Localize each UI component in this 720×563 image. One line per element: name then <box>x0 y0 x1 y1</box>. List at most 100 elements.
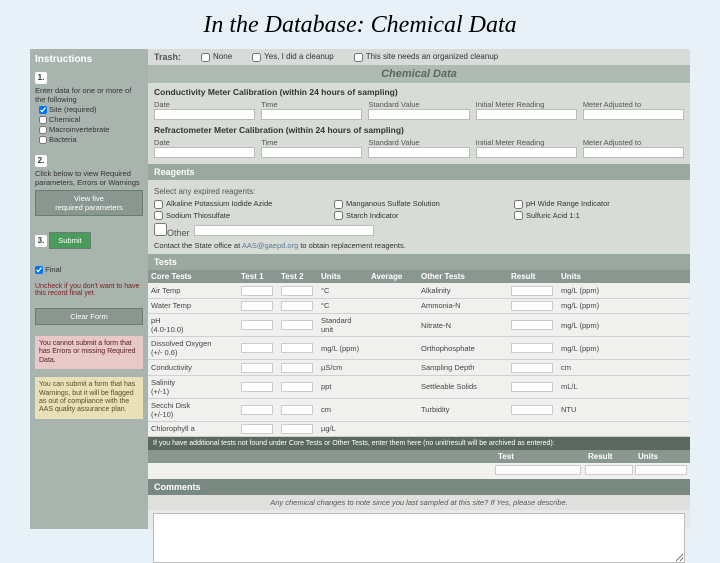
comments-textarea[interactable] <box>153 513 684 563</box>
cond-date-label: Date <box>154 100 170 109</box>
th-test1: Test 1 <box>238 270 278 283</box>
req-chemical[interactable]: Chemical <box>39 115 143 124</box>
test1-input[interactable] <box>241 343 273 353</box>
other-test-label: Sampling Depth <box>418 361 508 374</box>
reagent-starch[interactable]: Starch Indicator <box>334 211 504 221</box>
result-input[interactable] <box>511 320 553 330</box>
th-core: Core Tests <box>148 270 238 283</box>
unit2-label: mg/L (ppm) <box>558 299 613 312</box>
cond-init-label: Initial Meter Reading <box>476 100 545 109</box>
refr-std-label: Standard Value <box>368 138 419 147</box>
test-row: Air Temp°CAlkalinitymg/L (ppm) <box>148 283 690 299</box>
refr-init-label: Initial Meter Reading <box>476 138 545 147</box>
step-1-num: 1. <box>35 72 47 84</box>
test1-input[interactable] <box>241 405 273 415</box>
th-result: Result <box>508 270 558 283</box>
cond-std-label: Standard Value <box>368 100 419 109</box>
avg-cell <box>368 288 418 292</box>
avg-cell <box>368 408 418 412</box>
extra-test-input[interactable] <box>495 465 581 475</box>
refr-init-input[interactable] <box>476 147 577 158</box>
conductivity-calibration: Conductivity Meter Calibration (within 2… <box>148 83 690 164</box>
req-site[interactable]: Site (required) <box>39 105 143 114</box>
trash-none[interactable]: None <box>201 52 232 61</box>
test2-input[interactable] <box>281 320 313 330</box>
test2-input[interactable] <box>281 343 313 353</box>
step-3-num: 3. <box>35 235 47 247</box>
result-input[interactable] <box>511 343 553 353</box>
req-bacteria[interactable]: Bacteria <box>39 135 143 144</box>
final-label: Final <box>45 265 61 274</box>
cond-date-input[interactable] <box>154 109 255 120</box>
result-input[interactable] <box>511 301 553 311</box>
reagent-manganous[interactable]: Manganous Sulfate Solution <box>334 199 504 209</box>
reagent-contact: Contact the State office at AAS@gaepd.or… <box>154 241 684 250</box>
reagent-sulfuric[interactable]: Sulfuric Acid 1:1 <box>514 211 684 221</box>
step-2-num: 2. <box>35 155 47 167</box>
other-test-label: Ammonia-N <box>418 299 508 312</box>
contact-email-link[interactable]: AAS@gaepd.org <box>242 241 298 250</box>
clear-form-button[interactable]: Clear Form <box>35 308 143 325</box>
test-row: pH(4.0-10.0)Standard unitNitrate-Nmg/L (… <box>148 314 690 337</box>
test2-input[interactable] <box>281 382 313 392</box>
main-panel: Trash: None Yes, I did a cleanup This si… <box>148 49 690 529</box>
page-title: In the Database: Chemical Data <box>0 0 720 49</box>
other-test-label: Orthophosphate <box>418 342 508 355</box>
core-test-label: Secchi Disk(+/-10) <box>148 399 238 421</box>
reagent-ph[interactable]: pH Wide Range Indicator <box>514 199 684 209</box>
avg-cell <box>368 323 418 327</box>
unit-label: cm <box>318 403 368 416</box>
test1-input[interactable] <box>241 424 273 434</box>
eh-units: Units <box>635 450 690 463</box>
extra-tests-header: Test Result Units <box>148 450 690 463</box>
req-macro[interactable]: Macroinvertebrate <box>39 125 143 134</box>
step-1-text: Enter data for one or more of the follow… <box>35 86 143 104</box>
test2-input[interactable] <box>281 405 313 415</box>
conductivity-title: Conductivity Meter Calibration (within 2… <box>154 87 684 97</box>
step-3: 3. Submit <box>35 229 143 252</box>
other-test-label: Alkalinity <box>418 284 508 297</box>
result-input[interactable] <box>511 405 553 415</box>
refr-adj-input[interactable] <box>583 147 684 158</box>
test1-input[interactable] <box>241 286 273 296</box>
test2-input[interactable] <box>281 424 313 434</box>
test1-input[interactable] <box>241 382 273 392</box>
result-input[interactable] <box>511 286 553 296</box>
unit2-label: NTU <box>558 403 613 416</box>
unit-label: °C <box>318 284 368 297</box>
th-units: Units <box>318 270 368 283</box>
test1-input[interactable] <box>241 320 273 330</box>
final-checkbox-row: Final <box>35 265 143 274</box>
cond-time-input[interactable] <box>261 109 362 120</box>
extra-result-input[interactable] <box>585 465 633 475</box>
reagent-other-input[interactable] <box>194 225 374 236</box>
result-input[interactable] <box>511 363 553 373</box>
refr-time-input[interactable] <box>261 147 362 158</box>
trash-needs-cleanup[interactable]: This site needs an organized cleanup <box>354 52 499 61</box>
test1-input[interactable] <box>241 363 273 373</box>
cond-adj-input[interactable] <box>583 109 684 120</box>
unit-label: µg/L <box>318 422 368 435</box>
test2-input[interactable] <box>281 301 313 311</box>
reagents-section: Select any expired reagents: Alkaline Po… <box>148 180 690 254</box>
view-params-button[interactable]: View fiverequired parameters <box>35 190 143 216</box>
cond-std-input[interactable] <box>368 109 469 120</box>
final-checkbox[interactable] <box>35 266 43 274</box>
core-test-label: Air Temp <box>148 284 238 297</box>
eh-test: Test <box>495 450 585 463</box>
refr-std-input[interactable] <box>368 147 469 158</box>
test2-input[interactable] <box>281 363 313 373</box>
test1-input[interactable] <box>241 301 273 311</box>
other-test-label: Nitrate-N <box>418 319 508 332</box>
trash-cleanup[interactable]: Yes, I did a cleanup <box>252 52 334 61</box>
extra-units-input[interactable] <box>635 465 687 475</box>
test2-input[interactable] <box>281 286 313 296</box>
refr-date-input[interactable] <box>154 147 255 158</box>
submit-button[interactable]: Submit <box>49 232 90 249</box>
test-row: ConductivityµS/cmSampling Depthcm <box>148 360 690 376</box>
reagent-other[interactable]: Other <box>154 223 190 238</box>
cond-init-input[interactable] <box>476 109 577 120</box>
reagent-alkaline[interactable]: Alkaline Potassium Iodide Azide <box>154 199 324 209</box>
reagent-sodium[interactable]: Sodium Thiosulfate <box>154 211 324 221</box>
result-input[interactable] <box>511 382 553 392</box>
